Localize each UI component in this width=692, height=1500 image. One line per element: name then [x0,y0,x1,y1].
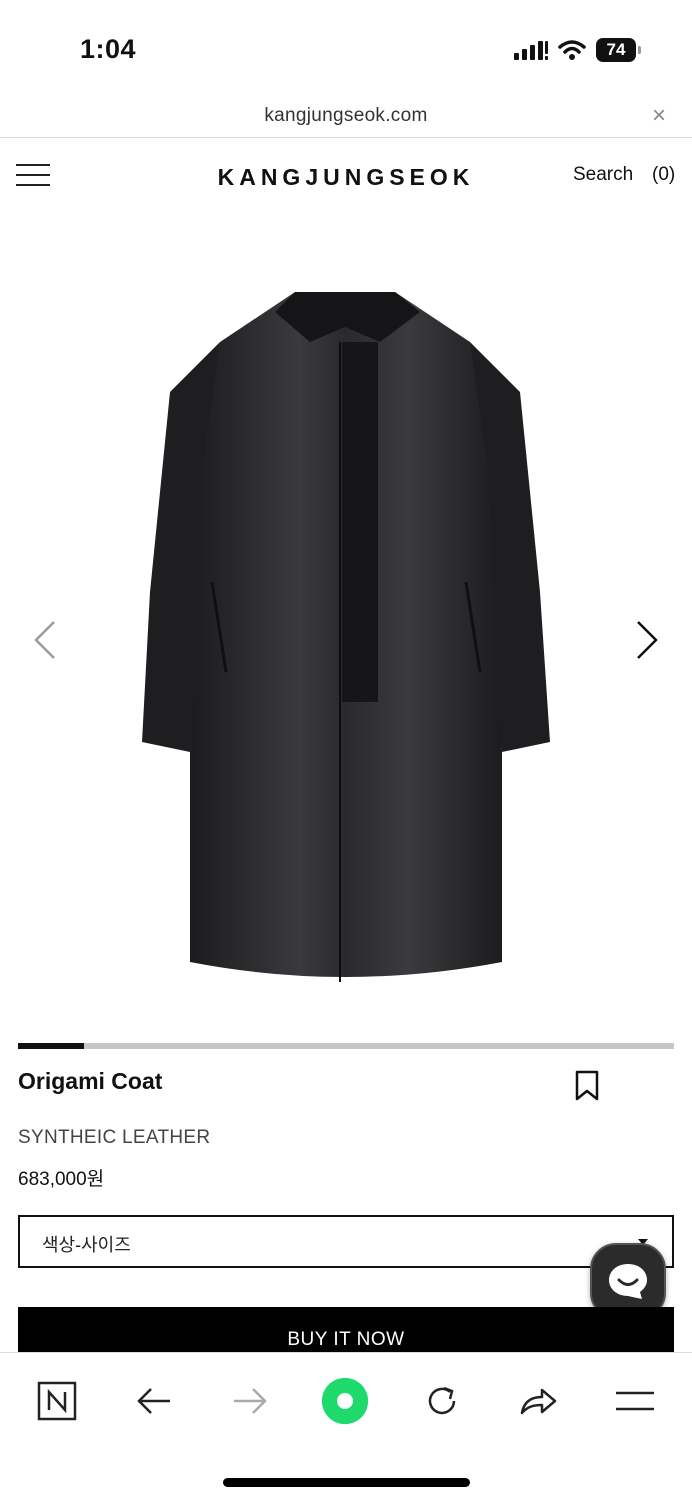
chevron-left-icon[interactable] [32,620,58,660]
site-header: KANGJUNGSEOK Search (0) [0,140,692,212]
browser-toolbar [0,1352,692,1500]
reload-icon[interactable] [418,1377,466,1425]
back-arrow-icon[interactable] [130,1377,178,1425]
chevron-right-icon[interactable] [634,620,660,660]
option-select-value: 색상-사이즈 [42,1235,131,1255]
status-icons: 74 [514,38,641,62]
url-bar[interactable]: kangjungseok.com × [0,96,692,138]
close-icon[interactable]: × [652,102,666,130]
home-indicator [223,1478,470,1487]
status-time: 1:04 [80,34,137,64]
forward-arrow-icon[interactable] [226,1377,274,1425]
url-text[interactable]: kangjungseok.com [0,105,692,127]
search-link[interactable]: Search [573,164,633,186]
option-select[interactable]: 색상-사이즈 [18,1215,674,1268]
cart-link[interactable]: (0) [652,164,675,186]
product-material: SYNTHEIC LEATHER [18,1127,211,1148]
product-gallery [0,212,692,1038]
product-price: 683,000원 [18,1169,105,1190]
green-circle-icon[interactable] [321,1377,369,1425]
gallery-progress-fill [18,1043,84,1049]
naver-n-icon[interactable] [33,1377,81,1425]
wifi-icon [558,40,586,60]
share-icon[interactable] [514,1377,562,1425]
product-title: Origami Coat [18,1068,163,1094]
menu-lines-icon[interactable] [611,1377,659,1425]
chat-icon [609,1264,647,1299]
coat-image [142,292,550,982]
gallery-progress-track [18,1043,674,1049]
status-bar: 1:04 74 [0,0,692,96]
battery-indicator: 74 [596,38,641,62]
bookmark-icon[interactable] [574,1070,600,1102]
signal-icon [514,41,548,60]
